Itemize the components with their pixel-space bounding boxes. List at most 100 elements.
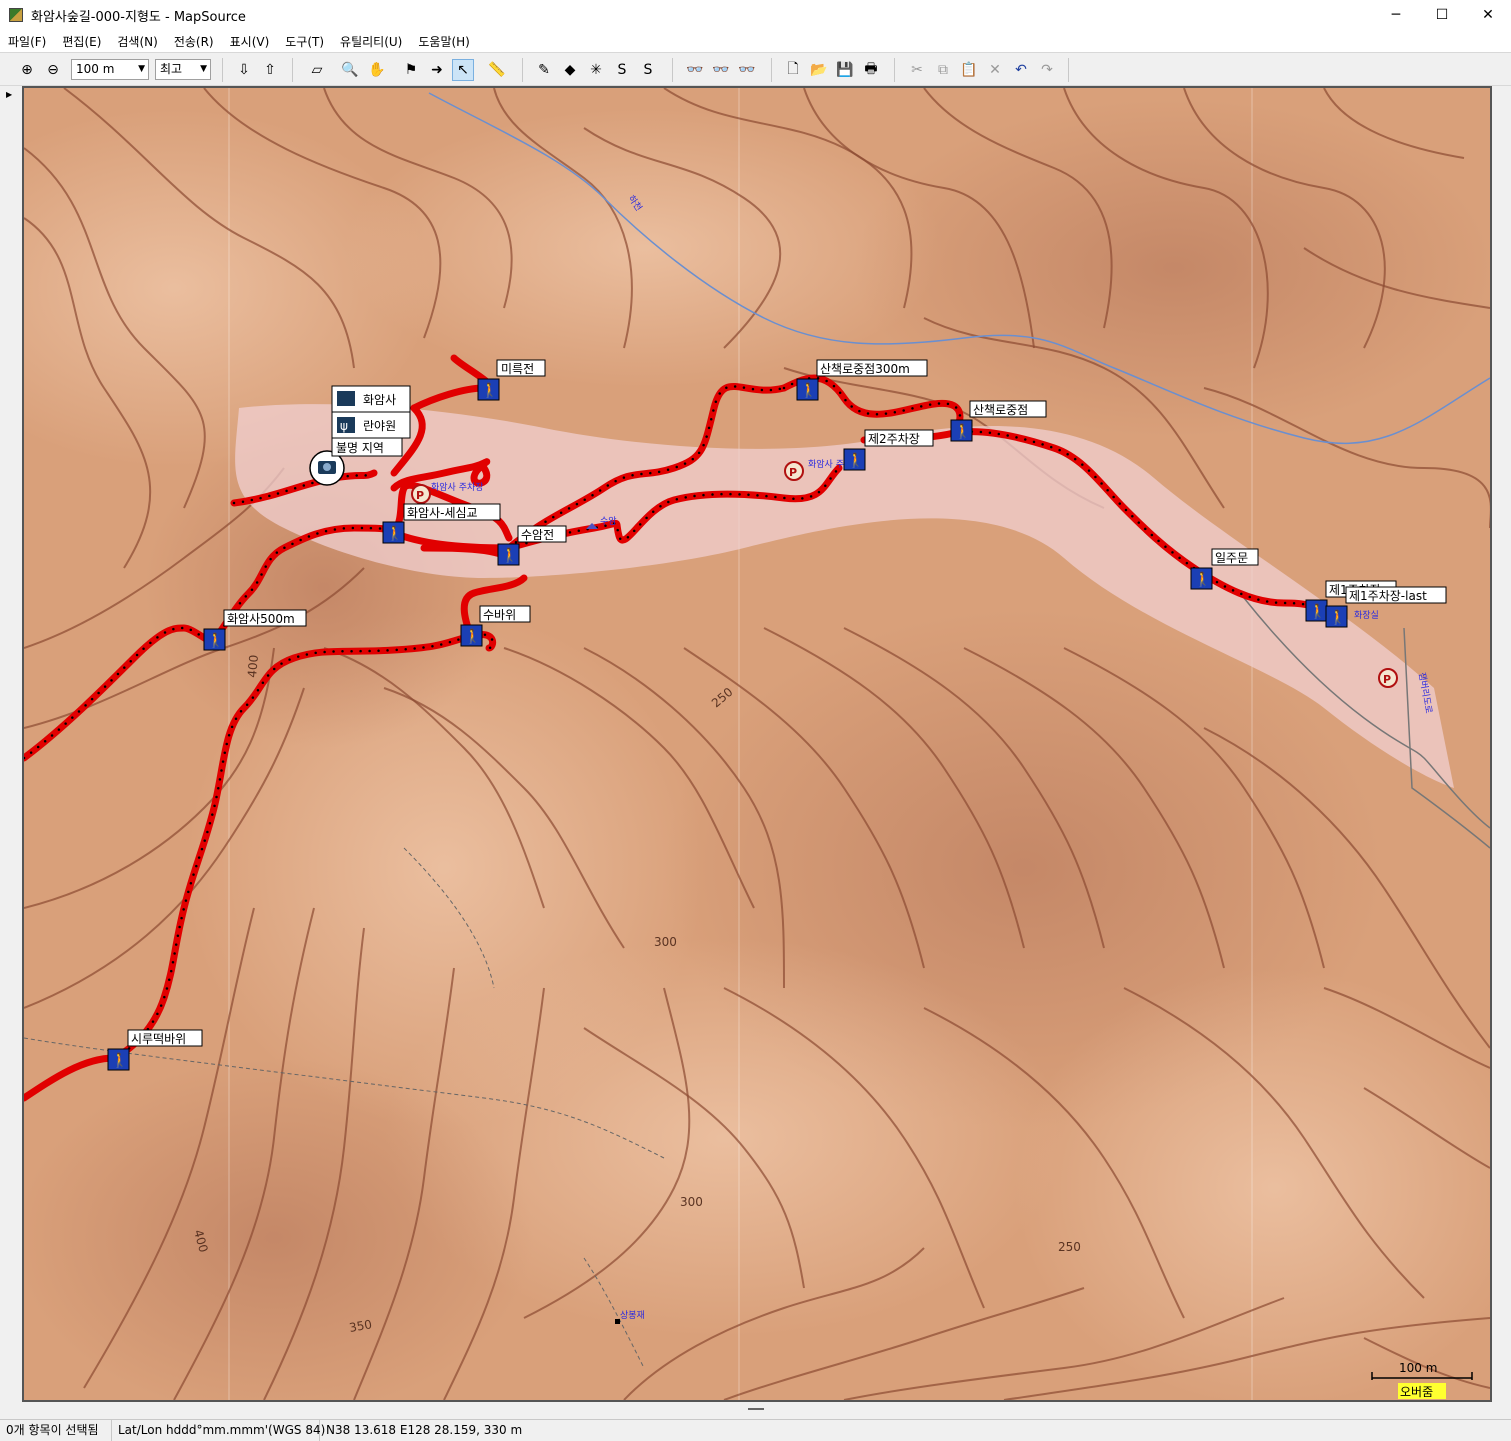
copy-icon: ⧉	[938, 62, 948, 78]
svg-text:P: P	[1383, 673, 1391, 686]
right-splitter[interactable]	[1492, 86, 1511, 1416]
waypoint-label: 란야원	[363, 419, 396, 433]
svg-text:🚶: 🚶	[954, 423, 971, 440]
redo-button[interactable]: ↷	[1036, 59, 1058, 81]
delete-icon: ✕	[989, 62, 1001, 78]
svg-text:P: P	[789, 466, 797, 479]
binoculars-address-icon: 👓	[738, 62, 756, 78]
save-button[interactable]: 💾	[834, 59, 856, 81]
undo-button[interactable]: ↶	[1010, 59, 1032, 81]
save-icon: 💾	[836, 62, 854, 78]
svg-text:🚶: 🚶	[111, 1052, 128, 1069]
minimize-button[interactable]: ─	[1373, 0, 1419, 30]
track-line-button[interactable]: S	[611, 59, 633, 81]
bottom-splitter[interactable]	[22, 1402, 1492, 1416]
svg-text:🚶: 🚶	[464, 628, 481, 645]
route-tool-button[interactable]: ➜	[426, 59, 448, 81]
svg-text:🚶: 🚶	[1194, 571, 1211, 588]
zoom-in-icon: ⊕	[21, 62, 33, 78]
parking-icon-3: P	[1378, 668, 1398, 688]
svg-text:P: P	[416, 489, 424, 502]
copy-button[interactable]: ⧉	[932, 59, 954, 81]
zoom-in-button[interactable]: ⊕	[16, 59, 38, 81]
maximize-button[interactable]: ☐	[1419, 0, 1465, 30]
svg-text:🚶: 🚶	[481, 382, 498, 399]
measure-tool-button[interactable]: 📏	[486, 59, 508, 81]
svg-text:🚶: 🚶	[800, 382, 817, 399]
ruler-icon: 📏	[488, 62, 506, 78]
svg-text:🚶: 🚶	[207, 632, 224, 649]
send-button[interactable]: ⇧	[259, 59, 281, 81]
waypoint-label: 화암사500m	[227, 612, 295, 626]
star-erase-icon: ✳	[590, 62, 602, 78]
close-icon: ✕	[1482, 7, 1494, 23]
zoom-tool-button[interactable]: 🔍	[339, 59, 361, 81]
waypoint-label: 미륵전	[501, 362, 534, 376]
erase-tool-button[interactable]: ✳	[585, 59, 607, 81]
zoom-out-button[interactable]: ⊖	[42, 59, 64, 81]
find-address-button[interactable]: 👓	[736, 59, 758, 81]
topo-map[interactable]: P P P 화암사 주차장 화암사 주차장 수암 화장실 상봉재 하천 잼버리도…	[24, 88, 1490, 1400]
menu-utility[interactable]: 유틸리티(U)	[332, 33, 410, 50]
cut-button[interactable]: ✂	[906, 59, 928, 81]
eraser-icon: ◆	[564, 62, 576, 78]
chevron-down-icon: ▼	[138, 64, 145, 74]
track-tool-button[interactable]: ✎	[533, 59, 555, 81]
contour-label: 250	[1058, 1240, 1081, 1254]
receive-from-device-icon: ⇩	[238, 62, 250, 78]
map-select-icon: ▱	[311, 62, 323, 78]
new-button[interactable]: 🗋	[782, 59, 804, 81]
hand-icon: ✋	[368, 62, 386, 78]
draw-tool-button[interactable]: ◆	[559, 59, 581, 81]
waypoint-label: 제2주차장	[868, 432, 920, 446]
close-button[interactable]: ✕	[1465, 0, 1511, 30]
svg-text:🚶: 🚶	[386, 525, 403, 542]
pencil-icon: ✎	[538, 62, 550, 78]
menu-edit[interactable]: 편집(E)	[54, 33, 109, 50]
track-break-button[interactable]: S	[637, 59, 659, 81]
waypoint-unknown-area[interactable]: 불명 지역	[331, 437, 403, 457]
menu-tools[interactable]: 도구(T)	[277, 33, 332, 50]
expand-panel-icon[interactable]: ▶	[6, 90, 12, 99]
zoom-scale-select[interactable]: 100 m ▼	[71, 59, 149, 80]
waypoint-label: 산책로중점	[973, 402, 1028, 417]
map-view[interactable]: P P P 화암사 주차장 화암사 주차장 수암 화장실 상봉재 하천 잼버리도…	[22, 86, 1492, 1402]
receive-button[interactable]: ⇩	[233, 59, 255, 81]
overzoom-label: 오버줌	[1400, 1385, 1433, 1399]
waypoint-label: 수바위	[483, 608, 516, 622]
find-button[interactable]: 👓	[684, 59, 706, 81]
find-near-button[interactable]: 👓	[710, 59, 732, 81]
open-button[interactable]: 📂	[808, 59, 830, 81]
scissors-icon: ✂	[911, 62, 923, 78]
window-title: 화암사숲길-000-지형도 - MapSource	[31, 9, 246, 25]
waypoint-tool-button[interactable]: ⚑	[400, 59, 422, 81]
chevron-down-icon: ▼	[200, 64, 207, 74]
track-line-icon: S	[617, 62, 627, 78]
waypoint-hwaamsa[interactable]: 화암사	[331, 385, 411, 413]
detail-level-select[interactable]: 최고 ▼	[155, 59, 211, 80]
new-file-icon: 🗋	[787, 61, 799, 77]
binoculars-icon: 👓	[686, 62, 704, 78]
pan-tool-button[interactable]: ✋	[366, 59, 388, 81]
toolbar: ⊕ ⊖ 100 m ▼ 최고 ▼ ⇩ ⇧ ▱ 🔍 ✋ ⚑ ➜ ↖ 📏 ✎ ◆ ✳ S…	[0, 52, 1511, 86]
undo-icon: ↶	[1015, 62, 1027, 78]
menu-file[interactable]: 파일(F)	[0, 33, 54, 50]
magnifier-icon: 🔍	[341, 62, 359, 78]
menu-view[interactable]: 표시(V)	[222, 33, 278, 50]
left-panel-collapsed: ▶	[0, 86, 22, 1416]
delete-button[interactable]: ✕	[984, 59, 1006, 81]
map-select-button[interactable]: ▱	[306, 59, 328, 81]
select-tool-button[interactable]: ↖	[452, 59, 474, 81]
print-button[interactable]: 🖶	[860, 59, 882, 81]
menu-help[interactable]: 도움말(H)	[410, 33, 478, 50]
route-icon: ➜	[431, 62, 443, 78]
paste-button[interactable]: 📋	[958, 59, 980, 81]
hillshade	[24, 98, 1490, 1400]
contour-label: 400	[245, 654, 261, 678]
waypoint-label: 제1주차장-last	[1349, 589, 1427, 603]
flag-icon: ⚑	[404, 62, 418, 78]
menu-search[interactable]: 검색(N)	[109, 33, 165, 50]
send-to-device-icon: ⇧	[264, 62, 276, 78]
waypoint-ranyawon[interactable]: ψ 란야원	[331, 411, 411, 439]
menu-transfer[interactable]: 전송(R)	[166, 33, 222, 50]
